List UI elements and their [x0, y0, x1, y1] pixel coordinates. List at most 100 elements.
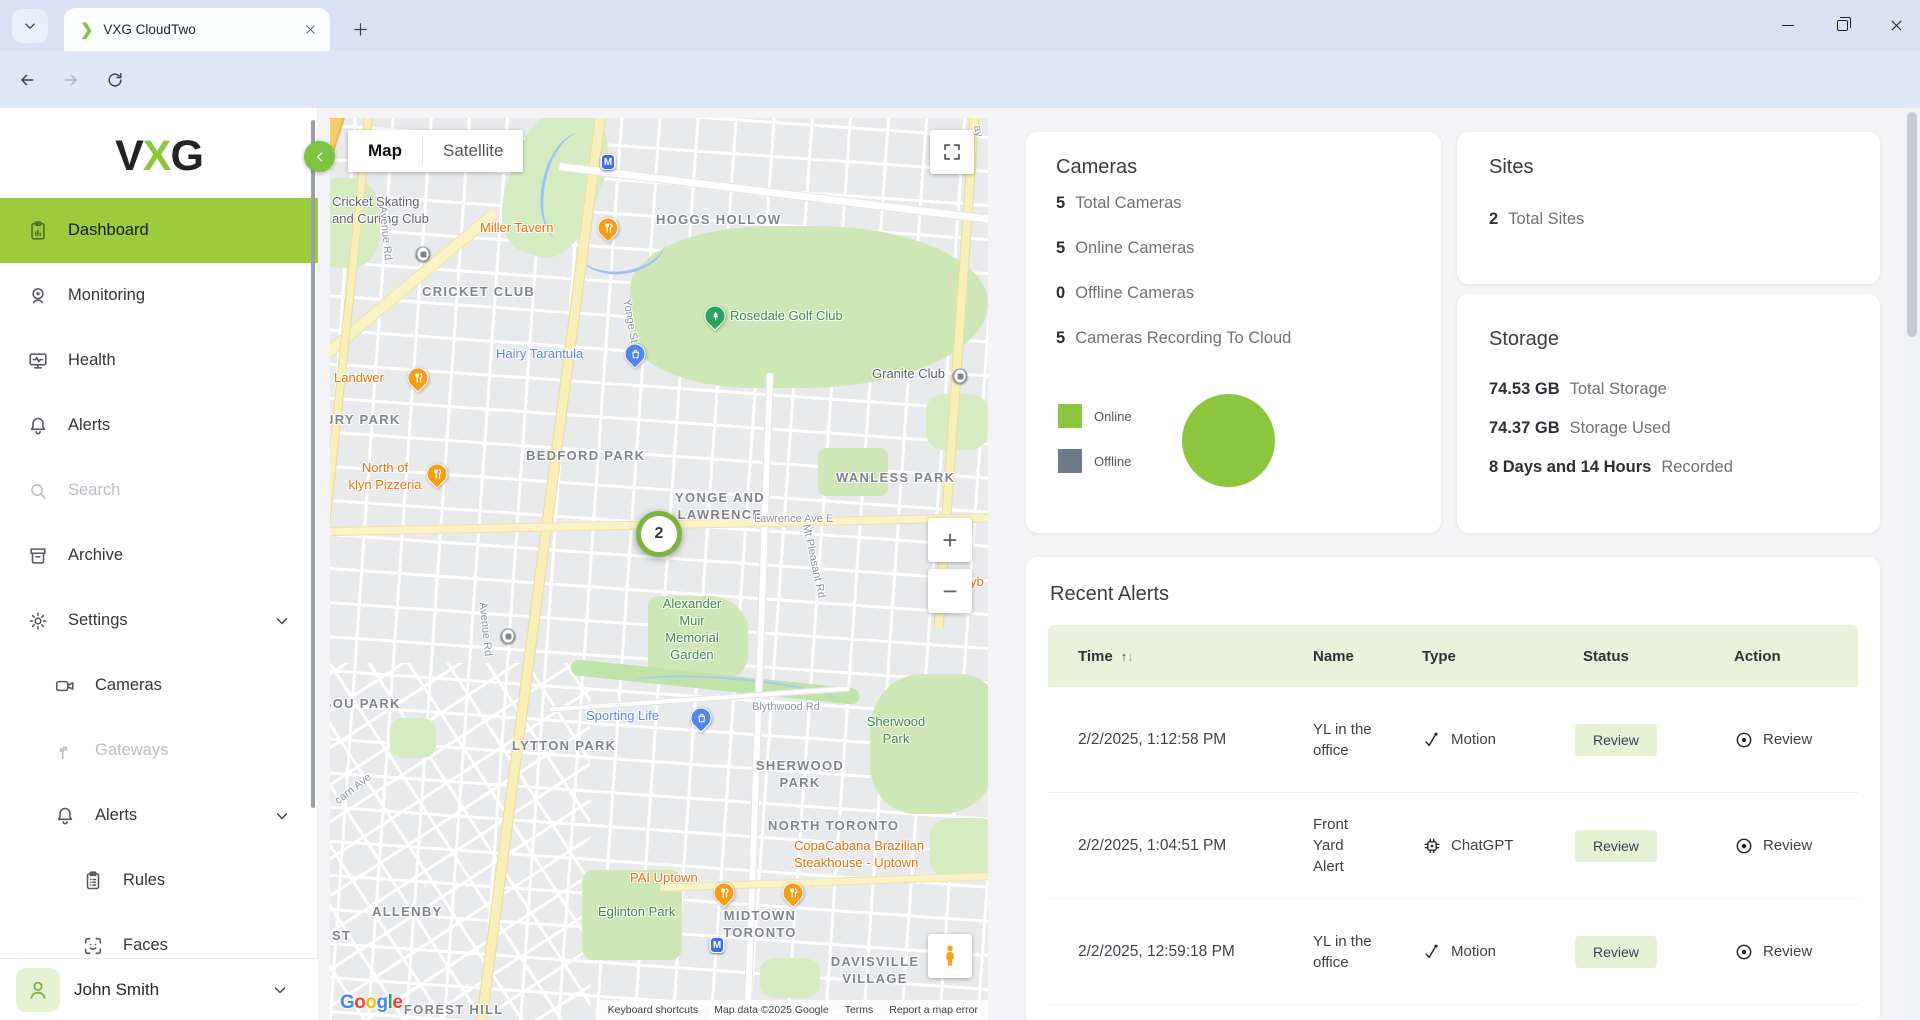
shopping-pin-icon[interactable] — [625, 344, 646, 365]
map-cluster-marker[interactable]: 2 — [636, 511, 682, 557]
poi-pin-icon[interactable] — [953, 369, 968, 384]
user-menu[interactable]: John Smith — [0, 958, 318, 1020]
sidebar-item-label: Cameras — [95, 676, 162, 695]
google-logo[interactable]: Google — [340, 992, 402, 1014]
alert-name: YL in the office — [1313, 931, 1422, 973]
back-button[interactable] — [10, 63, 44, 97]
sidebar-item-cameras[interactable]: Cameras — [0, 653, 318, 718]
chevron-down-icon — [272, 611, 292, 631]
map-label: DAVISVILLE VILLAGE — [831, 954, 920, 988]
sidebar-scrollbar[interactable] — [311, 120, 315, 808]
stat-label: Total Cameras — [1075, 194, 1181, 213]
sites-total-label: Total Sites — [1508, 210, 1584, 229]
tab-search-button[interactable] — [12, 9, 48, 43]
map-button[interactable]: Map — [348, 130, 422, 172]
sidebar-item-settings[interactable]: Settings — [0, 588, 318, 653]
fullscreen-button[interactable] — [930, 130, 974, 174]
review-action-button[interactable]: Review — [1734, 730, 1858, 750]
sidebar-item-alerts[interactable]: Alerts — [0, 393, 318, 458]
alert-name: YL in the office — [1313, 719, 1422, 761]
google-map[interactable]: Cricket Skating and Curling ClubMiller T… — [330, 118, 988, 1020]
stat-label: Storage Used — [1570, 419, 1671, 438]
restore-button[interactable] — [1832, 16, 1852, 36]
browser-toolbar: cloudtwo-prod.vxgdemo.cloud-vms.com/cust… — [0, 51, 1920, 108]
sidebar-item-label: Dashboard — [68, 221, 149, 240]
map-label[interactable]: yb — [970, 574, 984, 591]
sidebar-item-archive[interactable]: Archive — [0, 523, 318, 588]
column-header-time[interactable]: Time↑↓ — [1078, 648, 1313, 665]
map-label[interactable]: Sporting Life — [586, 708, 659, 725]
cameras-pie-chart — [1182, 394, 1275, 487]
map-label[interactable]: Miller Tavern — [480, 220, 553, 237]
sidebar-item-monitoring[interactable]: Monitoring — [0, 263, 318, 328]
sidebar-item-health[interactable]: Health — [0, 328, 318, 393]
new-tab-button[interactable] — [344, 13, 376, 45]
forward-button[interactable] — [54, 63, 88, 97]
map-label: CRICKET CLUB — [422, 284, 535, 301]
map-attribution-item[interactable]: Keyboard shortcuts — [608, 1004, 698, 1016]
zoom-in-button[interactable]: + — [928, 518, 972, 562]
map-label[interactable]: PAI Uptown — [630, 870, 698, 887]
recent-alerts-card: Recent Alerts Time↑↓NameTypeStatusAction… — [1026, 557, 1880, 1020]
page-scrollbar[interactable] — [1904, 108, 1920, 1020]
restaurant-pin-icon[interactable] — [598, 218, 619, 239]
map-attribution-item[interactable]: Terms — [845, 1004, 874, 1016]
metro-station-icon[interactable]: M — [709, 937, 725, 953]
sidebar-item-faces[interactable]: Faces — [0, 913, 318, 958]
map-street-grid-diagonal — [330, 663, 590, 1020]
map-label[interactable]: Eglinton Park — [598, 904, 675, 921]
restaurant-pin-icon[interactable] — [714, 883, 735, 904]
legend-label: Offline — [1094, 454, 1131, 469]
map-label[interactable]: CopaCabana Brazilian Steakhouse - Uptown — [794, 838, 924, 872]
metro-station-icon[interactable]: M — [600, 154, 616, 170]
browser-tab[interactable]: ❯ VXG CloudTwo — [64, 8, 330, 51]
shopping-pin-icon[interactable] — [691, 708, 712, 729]
park-pin-icon[interactable] — [705, 306, 726, 327]
reload-button[interactable] — [98, 63, 132, 97]
review-action-button[interactable]: Review — [1734, 836, 1858, 856]
sidebar-item-label: Gateways — [95, 741, 168, 760]
storage-stat-row: 74.37 GB Storage Used — [1489, 419, 1733, 438]
collapse-sidebar-button[interactable] — [304, 141, 335, 172]
poi-pin-icon[interactable] — [501, 629, 516, 644]
review-action-label: Review — [1763, 837, 1812, 854]
review-action-button[interactable]: Review — [1734, 942, 1858, 962]
satellite-button[interactable]: Satellite — [423, 130, 523, 172]
restaurant-pin-icon[interactable] — [408, 368, 429, 389]
map-label[interactable]: Landwer — [334, 370, 384, 387]
zoom-out-button[interactable]: − — [928, 569, 972, 613]
sidebar-item-gateways: Gateways — [0, 718, 318, 783]
map-label[interactable]: Hairy Tarantula — [496, 346, 583, 363]
street-view-pegman-button[interactable] — [928, 934, 972, 978]
sidebar-item-rules[interactable]: Rules — [0, 848, 318, 913]
sidebar-item-alerts[interactable]: Alerts — [0, 783, 318, 848]
map-attribution-item[interactable]: Report a map error — [889, 1004, 978, 1016]
sidebar-item-label: Faces — [123, 936, 168, 955]
map-label[interactable]: Sherwood Park — [867, 714, 926, 748]
window-controls — [1778, 0, 1906, 51]
map-label[interactable]: Granite Club — [872, 366, 945, 383]
sidebar-item-dashboard[interactable]: Dashboard — [0, 198, 318, 263]
restaurant-pin-icon[interactable] — [427, 464, 448, 485]
map-label: SHERWOOD PARK — [756, 758, 844, 792]
pie-legend: OnlineOffline — [1058, 404, 1132, 473]
map-label[interactable]: Alexander Muir Memorial Garden — [663, 596, 722, 664]
map-label[interactable]: North of klyn Pizzeria — [349, 460, 422, 494]
restaurant-pin-icon[interactable] — [783, 883, 804, 904]
close-window-button[interactable] — [1886, 16, 1906, 36]
chevron-left-icon — [312, 149, 328, 165]
table-row: 2/2/2025, 1:04:51 PMFront Yard AlertChat… — [1048, 793, 1858, 899]
legend-swatch-icon — [1058, 449, 1082, 473]
tab-close-icon[interactable] — [300, 20, 320, 40]
alert-type: Motion — [1422, 942, 1583, 962]
poi-pin-icon[interactable] — [416, 247, 431, 262]
stat-value: 5 — [1056, 239, 1065, 258]
sort-icon[interactable]: ↑↓ — [1121, 649, 1134, 664]
minimize-button[interactable] — [1778, 16, 1798, 36]
stat-value: 0 — [1056, 284, 1065, 303]
recent-alerts-title: Recent Alerts — [1050, 583, 1169, 606]
stat-value: 5 — [1056, 329, 1065, 348]
stat-value: 74.37 GB — [1489, 419, 1560, 438]
scrollbar-thumb[interactable] — [1907, 112, 1917, 337]
map-label[interactable]: Rosedale Golf Club — [730, 308, 843, 325]
